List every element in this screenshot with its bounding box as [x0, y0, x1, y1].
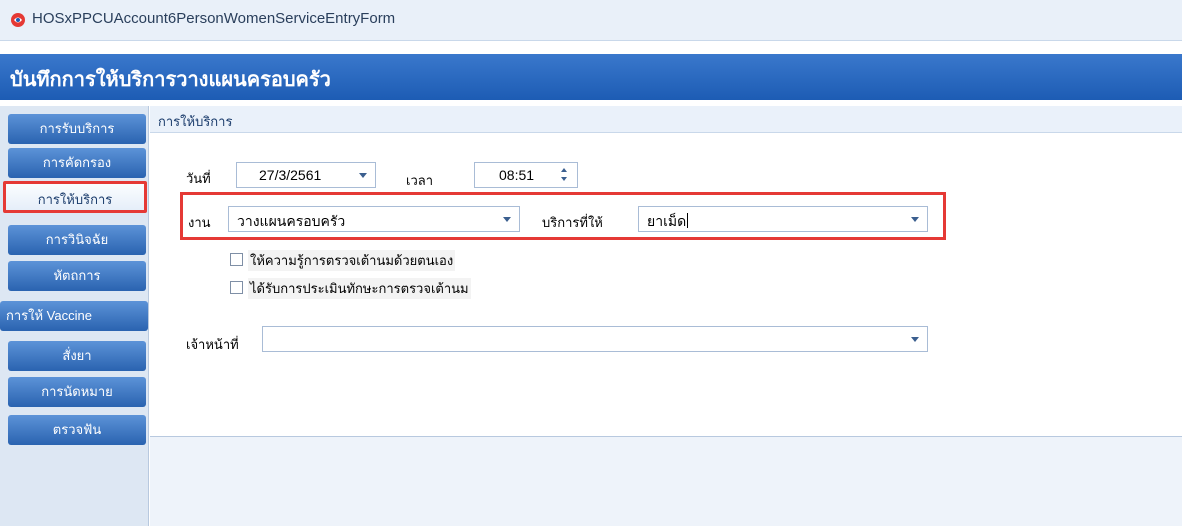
service-value: ยาเม็ด [647, 213, 689, 229]
sidebar-item-vaccine[interactable]: การให้ Vaccine [0, 301, 148, 331]
date-value: 27/3/2561 [259, 167, 322, 183]
sidebar-item-reception[interactable]: การรับบริการ [8, 114, 146, 144]
breast-exam-skill-label: ได้รับการประเมินทักษะการตรวจเต้านม [248, 278, 471, 299]
task-value: วางแผนครอบครัว [237, 213, 346, 229]
lower-panel [150, 437, 1182, 526]
sidebar-item-service[interactable]: การให้บริการ [3, 181, 147, 213]
window-titlebar: HOSxPPCUAccount6PersonWomenServiceEntryF… [0, 0, 1182, 41]
chevron-down-icon[interactable] [359, 173, 367, 178]
task-label: งาน [188, 215, 211, 230]
service-panel: การให้บริการ วันที่ 27/3/2561 เวลา 08:51… [150, 106, 1182, 437]
time-label: เวลา [406, 173, 434, 188]
chevron-down-icon[interactable] [503, 217, 511, 222]
sidebar-item-medication[interactable]: สั่งยา [8, 341, 146, 371]
staff-label: เจ้าหน้าที่ [186, 337, 239, 352]
service-label: บริการที่ให้ [542, 215, 603, 230]
spin-up-icon[interactable] [561, 168, 567, 172]
sidebar-item-appointment[interactable]: การนัดหมาย [8, 377, 146, 407]
chevron-down-icon[interactable] [911, 337, 919, 342]
service-select[interactable]: ยาเม็ด [638, 206, 928, 232]
breast-exam-skill-checkbox[interactable] [230, 281, 243, 294]
time-value: 08:51 [499, 167, 535, 183]
section-header: การให้บริการ [150, 106, 1182, 133]
date-label: วันที่ [186, 171, 211, 186]
spin-down-icon[interactable] [561, 177, 567, 181]
form-title: บันทึกการให้บริการวางแผนครอบครัว [10, 69, 331, 91]
task-select[interactable]: วางแผนครอบครัว [228, 206, 520, 232]
sidebar-item-dental[interactable]: ตรวจฟัน [8, 415, 146, 445]
chevron-down-icon[interactable] [911, 217, 919, 222]
time-input[interactable]: 08:51 [474, 162, 578, 188]
sidebar-item-procedure[interactable]: หัตถการ [8, 261, 146, 291]
text-cursor [687, 213, 689, 228]
window-title: HOSxPPCUAccount6PersonWomenServiceEntryF… [32, 10, 396, 27]
form-header: บันทึกการให้บริการวางแผนครอบครัว [0, 54, 1182, 100]
date-picker[interactable]: 27/3/2561 [236, 162, 376, 188]
sidebar: การรับบริการ การคัดกรอง การให้บริการ การ… [0, 106, 149, 526]
self-breast-exam-education-label: ให้ความรู้การตรวจเต้านมด้วยตนเอง [248, 250, 456, 271]
section-title: การให้บริการ [158, 114, 233, 129]
sidebar-item-diagnosis[interactable]: การวินิจฉัย [8, 225, 146, 255]
sidebar-item-screening[interactable]: การคัดกรอง [8, 148, 146, 178]
app-logo-icon [11, 13, 25, 27]
self-breast-exam-education-checkbox[interactable] [230, 253, 243, 266]
staff-select[interactable] [262, 326, 928, 352]
